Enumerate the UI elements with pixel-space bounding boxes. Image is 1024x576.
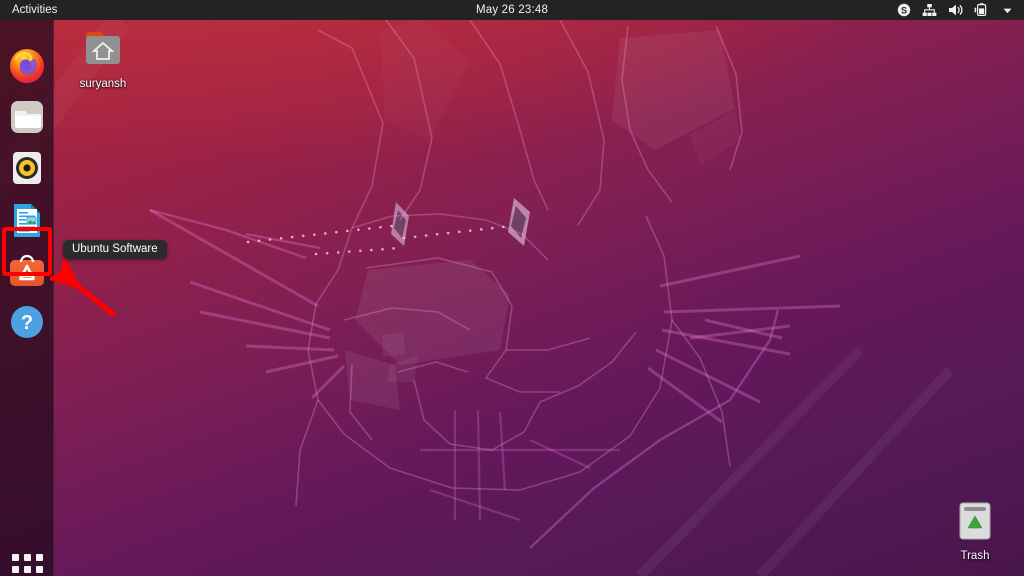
battery-icon[interactable] [974,3,989,18]
volume-icon[interactable] [948,3,963,18]
annotation-arrow [50,258,116,317]
grid-dot [35,565,43,573]
help-icon: ? [11,306,43,338]
chevron-down-icon[interactable] [1000,3,1015,18]
dock-item-files[interactable] [7,97,47,137]
ubuntu-software-tooltip: Ubuntu Software [63,240,167,259]
dock-item-rhythmbox[interactable] [7,148,47,188]
firefox-icon [10,49,44,83]
top-bar: Activities May 26 23:48 S [0,0,1024,20]
desktop-screen: suryansh Trash ? Ubuntu Software Activit… [0,0,1024,576]
desktop-icon-trash[interactable]: Trash [931,498,1019,562]
files-icon [11,101,43,133]
grid-dot [35,553,43,561]
desktop-icon-label: Trash [960,550,990,562]
rhythmbox-icon [13,152,41,184]
home-folder-icon [86,32,120,64]
fossa-artwork [0,20,954,576]
dock[interactable]: ? [0,20,54,576]
grid-dot [23,565,31,573]
show-applications-button[interactable] [11,553,43,576]
trash-icon [959,502,991,540]
network-icon[interactable] [922,3,937,18]
svg-text:?: ? [21,312,33,334]
system-tray[interactable]: S [896,3,1024,18]
activities-button[interactable]: Activities [3,0,66,20]
skype-icon[interactable]: S [896,3,911,18]
svg-text:S: S [900,5,906,15]
dock-item-firefox[interactable] [7,46,47,86]
dock-item-help[interactable]: ? [7,302,47,342]
grid-dot [11,553,19,561]
desktop-wallpaper[interactable] [0,20,1024,576]
desktop-icon-label: suryansh [79,78,127,90]
desktop-icon-home-folder[interactable]: suryansh [59,26,147,90]
clock[interactable]: May 26 23:48 [0,4,1024,16]
grid-dot [11,565,19,573]
ubuntu-software-highlight-box [2,227,52,276]
grid-dot [23,553,31,561]
